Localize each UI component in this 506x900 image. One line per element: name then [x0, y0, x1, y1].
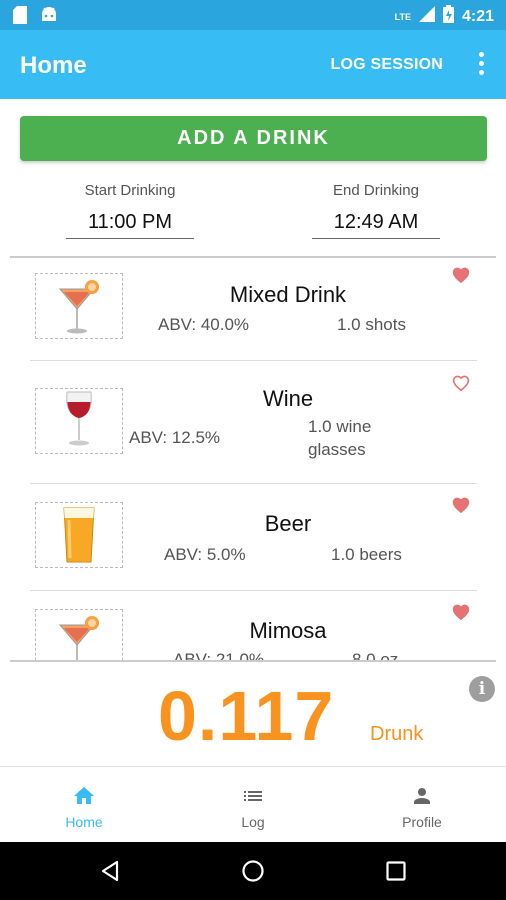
nav-home[interactable]: Home [0, 767, 168, 843]
cocktail-icon [35, 609, 123, 660]
drink-abv: ABV: 21.0% [173, 650, 265, 660]
nav-profile[interactable]: Profile [338, 767, 506, 843]
favorite-heart-outline-icon[interactable] [451, 374, 471, 392]
start-drinking-label: Start Drinking [84, 182, 176, 199]
clock: 4:21 [461, 7, 494, 25]
home-circle-icon[interactable] [241, 859, 265, 888]
info-icon[interactable]: i [469, 676, 495, 702]
list-item[interactable]: Mimosa ABV: 21.0% 8.0 oz [0, 591, 506, 660]
status-bar: LTE 4:21 [0, 0, 506, 30]
nav-label: Home [65, 814, 103, 830]
add-drink-button[interactable]: ADD A DRINK [20, 116, 487, 161]
drink-name: Beer [264, 511, 312, 536]
drink-quantity: 1.0 beers [331, 545, 402, 564]
battery-icon [442, 5, 454, 28]
nav-label: Log [241, 814, 265, 830]
favorite-heart-icon[interactable] [451, 266, 471, 284]
wine-glass-icon [35, 388, 123, 454]
bottom-navigation: Home Log Profile [0, 766, 506, 842]
drink-abv: ABV: 12.5% [129, 428, 221, 447]
beer-glass-icon [35, 502, 123, 568]
drink-name: Mixed Drink [229, 282, 347, 307]
recents-icon[interactable] [384, 859, 408, 888]
lte-label: LTE [394, 11, 411, 22]
drink-abv: ABV: 40.0% [158, 315, 250, 334]
nav-label: Profile [402, 814, 442, 830]
list-item[interactable]: Beer ABV: 5.0% 1.0 beers [0, 484, 506, 590]
list-item[interactable]: Mixed Drink ABV: 40.0% 1.0 shots [0, 258, 506, 360]
bac-status: Drunk [370, 723, 424, 745]
more-vert-icon[interactable] [476, 52, 486, 78]
list-icon [241, 784, 265, 808]
cocktail-icon [35, 273, 123, 339]
end-time-field[interactable]: 12:49 AM [312, 211, 440, 239]
drink-name: Wine [262, 386, 314, 411]
person-icon [410, 784, 434, 808]
app-bar: Home LOG SESSION [0, 30, 506, 99]
list-item[interactable]: Wine ABV: 12.5% 1.0 wine glasses [0, 361, 506, 483]
divider [10, 660, 496, 662]
system-navigation-bar [0, 842, 506, 900]
favorite-heart-icon[interactable] [451, 496, 471, 514]
nav-log[interactable]: Log [169, 767, 337, 843]
favorite-heart-icon[interactable] [451, 603, 471, 621]
drink-list[interactable]: Mixed Drink ABV: 40.0% 1.0 shots Wine AB… [0, 258, 506, 660]
page-title: Home [20, 52, 87, 79]
drink-quantity: 1.0 shots [337, 315, 406, 334]
drink-quantity-unit: glasses [308, 440, 366, 459]
drink-quantity: 8.0 oz [352, 650, 399, 660]
drink-name: Mimosa [249, 618, 327, 643]
signal-icon [418, 6, 435, 27]
back-icon[interactable] [98, 859, 122, 888]
log-session-button[interactable]: LOG SESSION [331, 56, 443, 74]
drink-abv: ABV: 5.0% [164, 545, 246, 564]
drink-quantity: 1.0 wine [308, 417, 372, 436]
home-icon [72, 784, 96, 808]
start-time-field[interactable]: 11:00 PM [66, 211, 194, 239]
android-icon [40, 5, 58, 30]
end-drinking-label: End Drinking [333, 182, 419, 199]
sd-card-icon [12, 5, 28, 30]
bac-value: 0.117 [158, 677, 335, 755]
